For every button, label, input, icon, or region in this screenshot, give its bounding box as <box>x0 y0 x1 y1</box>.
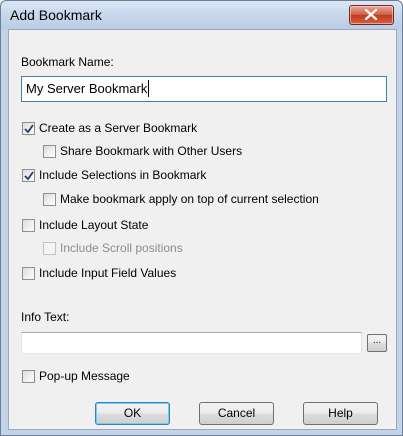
info-text-label: Info Text: <box>21 310 70 324</box>
checkbox-label: Pop-up Message <box>39 369 130 383</box>
close-icon <box>365 9 377 20</box>
close-button[interactable] <box>349 5 394 25</box>
checkbox-box <box>22 169 35 182</box>
checkbox-label: Include Input Field Values <box>39 266 177 280</box>
checkbox-box <box>22 122 35 135</box>
checkmark-icon <box>24 124 34 134</box>
checkbox-label: Make bookmark apply on top of current se… <box>60 192 319 206</box>
bookmark-name-label: Bookmark Name: <box>21 55 114 69</box>
title-bar[interactable]: Add Bookmark <box>1 1 402 29</box>
checkbox-label: Include Scroll positions <box>60 241 183 255</box>
checkbox-box <box>22 370 35 383</box>
add-bookmark-dialog: Add Bookmark Bookmark Name: My Server Bo… <box>0 0 403 436</box>
browse-button[interactable]: ... <box>367 334 387 352</box>
checkmark-icon <box>24 171 34 181</box>
checkbox-label: Share Bookmark with Other Users <box>60 144 243 158</box>
checkbox-label: Create as a Server Bookmark <box>39 121 198 135</box>
window-title: Add Bookmark <box>10 7 102 23</box>
text-caret <box>148 80 149 97</box>
checkbox-box <box>43 145 56 158</box>
info-text-input[interactable] <box>21 332 362 354</box>
dialog-content: Bookmark Name: My Server Bookmark Create… <box>8 29 397 430</box>
bookmark-name-value: My Server Bookmark <box>26 81 148 96</box>
bookmark-name-input[interactable]: My Server Bookmark <box>21 76 387 102</box>
help-button[interactable]: Help <box>303 402 378 425</box>
checkbox-box <box>43 242 56 255</box>
checkbox-box <box>22 267 35 280</box>
checkbox-label: Include Selections in Bookmark <box>39 168 207 182</box>
ok-button[interactable]: OK <box>95 402 170 425</box>
checkbox-box <box>22 219 35 232</box>
checkbox-label: Include Layout State <box>39 218 149 232</box>
checkbox-box <box>43 193 56 206</box>
cancel-button[interactable]: Cancel <box>199 402 274 425</box>
